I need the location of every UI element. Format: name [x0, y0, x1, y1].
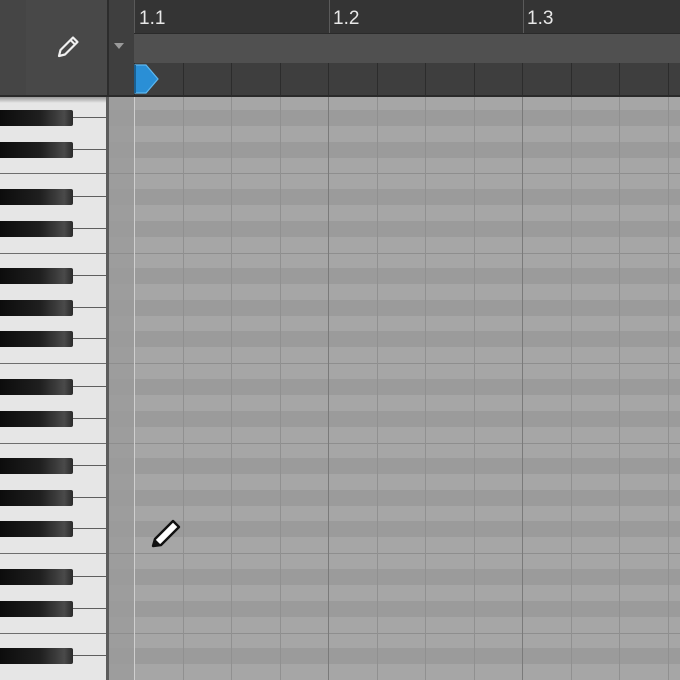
beat-ruler[interactable] — [134, 63, 680, 95]
bar-tick — [134, 0, 135, 33]
black-key-lane — [109, 268, 680, 284]
black-key-lane — [109, 521, 680, 537]
black-key-lane — [109, 221, 680, 237]
white-key-divider — [73, 117, 108, 118]
bar-line — [522, 97, 523, 680]
lane-divider — [109, 633, 680, 634]
black-key-lane — [109, 490, 680, 506]
bar-label: 1.1 — [139, 8, 166, 29]
loop-region-strip[interactable] — [134, 33, 680, 64]
beat-tick — [376, 63, 378, 95]
bar-tick — [329, 0, 330, 33]
beat-tick — [279, 63, 281, 95]
beat-tick — [425, 63, 426, 95]
bar-label: 1.3 — [527, 8, 554, 29]
white-key-divider — [0, 363, 108, 364]
black-key[interactable] — [0, 490, 73, 506]
bar-line — [328, 97, 329, 680]
white-key-divider — [0, 553, 108, 554]
white-key-divider — [73, 655, 108, 656]
beat-tick — [522, 63, 523, 95]
beat-line — [473, 97, 475, 680]
black-key-lane — [109, 300, 680, 316]
white-key-divider — [73, 528, 108, 529]
beat-tick — [619, 63, 620, 95]
black-key-lane — [109, 648, 680, 664]
black-key[interactable] — [0, 221, 73, 237]
clip-start-line — [134, 97, 135, 680]
white-key-divider — [73, 149, 108, 150]
white-key-divider — [73, 228, 108, 229]
white-key-divider — [73, 386, 108, 387]
bar-label: 1.2 — [333, 8, 360, 29]
white-key-divider — [0, 173, 108, 174]
lane-divider — [109, 443, 680, 444]
black-key-lane — [109, 458, 680, 474]
black-key[interactable] — [0, 189, 73, 205]
lane-divider — [109, 173, 680, 174]
lane-divider — [109, 363, 680, 364]
beat-line — [619, 97, 620, 680]
black-key-lane — [109, 601, 680, 617]
black-key-lane — [109, 189, 680, 205]
beat-tick — [667, 63, 669, 95]
white-key-divider — [0, 253, 108, 254]
tool-selector[interactable] — [26, 0, 124, 95]
black-key[interactable] — [0, 458, 73, 474]
beat-line — [231, 97, 232, 680]
bar-number-strip[interactable]: 1.1 1.2 1.3 — [134, 0, 680, 33]
beat-tick — [328, 63, 329, 95]
beat-tick — [473, 63, 475, 95]
black-key-lane — [109, 331, 680, 347]
beat-tick — [182, 63, 184, 95]
white-key-divider — [73, 338, 108, 339]
white-key-divider — [73, 418, 108, 419]
beat-line — [279, 97, 281, 680]
white-key-divider — [73, 275, 108, 276]
toolbar-left-panel — [0, 0, 27, 95]
piano-shadow — [0, 97, 108, 103]
note-grid[interactable] — [109, 97, 680, 680]
black-key[interactable] — [0, 411, 73, 427]
black-key[interactable] — [0, 268, 73, 284]
black-key[interactable] — [0, 601, 73, 617]
black-key[interactable] — [0, 110, 73, 126]
black-key-lane — [109, 110, 680, 126]
white-key-divider — [73, 307, 108, 308]
beat-tick — [570, 63, 572, 95]
beat-line — [667, 97, 669, 680]
white-key-divider — [73, 497, 108, 498]
black-key[interactable] — [0, 379, 73, 395]
white-key-divider — [73, 196, 108, 197]
black-key[interactable] — [0, 142, 73, 158]
pencil-icon[interactable] — [55, 34, 81, 60]
black-key[interactable] — [0, 521, 73, 537]
caret-down-icon[interactable] — [114, 43, 124, 49]
lane-divider — [109, 553, 680, 554]
black-key[interactable] — [0, 648, 73, 664]
black-key-lane — [109, 569, 680, 585]
black-key[interactable] — [0, 331, 73, 347]
black-key-lane — [109, 379, 680, 395]
beat-line — [570, 97, 572, 680]
black-key[interactable] — [0, 300, 73, 316]
black-key-lane — [109, 142, 680, 158]
white-key-divider — [0, 443, 108, 444]
pencil-cursor-icon — [151, 519, 181, 548]
playhead-marker[interactable] — [134, 63, 160, 95]
piano-keyboard[interactable] — [0, 97, 108, 680]
white-key-divider — [0, 633, 108, 634]
white-key-divider — [73, 465, 108, 466]
beat-line — [376, 97, 378, 680]
black-key-lane — [109, 411, 680, 427]
bar-tick — [523, 0, 524, 33]
beat-line — [182, 97, 184, 680]
white-key-divider — [73, 576, 108, 577]
white-key-divider — [73, 608, 108, 609]
lane-divider — [109, 253, 680, 254]
beat-line — [425, 97, 426, 680]
beat-tick — [231, 63, 232, 95]
black-key[interactable] — [0, 569, 73, 585]
